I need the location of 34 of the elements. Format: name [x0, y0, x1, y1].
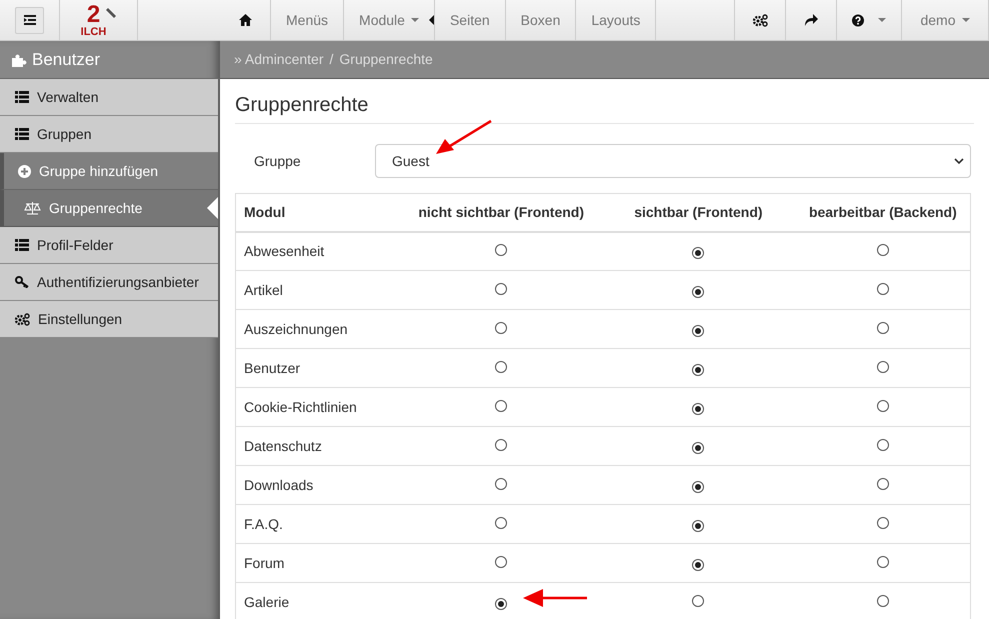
sidebar-item[interactable]: Profil-Felder	[0, 227, 218, 264]
dropdown-menu-button[interactable]: Module	[344, 0, 435, 40]
breadcrumb-separator: /	[330, 50, 334, 69]
column-header: sichtbar (Frontend)	[601, 194, 796, 232]
field-label: Gruppe	[254, 152, 302, 171]
sidebar-item[interactable]: Verwalten	[0, 79, 218, 116]
group-select[interactable]: Guest	[375, 144, 971, 178]
sidebar-item[interactable]: Authentifizierungsanbieter	[0, 264, 218, 301]
breadcrumb-link[interactable]: Gruppenrechte	[339, 49, 433, 70]
column-header: bearbeitbar (Backend)	[796, 194, 970, 232]
nav-link[interactable]: Seiten	[434, 0, 506, 40]
nav-link[interactable]: Boxen	[506, 0, 576, 40]
sidebar-item[interactable]: Gruppe hinzufügen	[0, 153, 218, 190]
table-cell: Galerie	[236, 582, 402, 619]
table-cell: Abwesenheit	[236, 232, 402, 270]
sidebar-item[interactable]: Gruppenrechte	[0, 190, 218, 227]
column-header: Modul	[236, 194, 402, 232]
table-cell: Datenschutz	[236, 426, 402, 466]
nav-link[interactable]: Menüs	[271, 0, 344, 40]
table-cell: Auszeichnungen	[236, 310, 402, 348]
table-cell: F.A.Q.	[236, 504, 402, 544]
table-cell: Downloads	[236, 466, 402, 504]
logo[interactable]: 2 ILCH	[80, 0, 116, 40]
page-title: Gruppenrechte	[235, 93, 974, 124]
sidebar-item[interactable]: Gruppen	[0, 116, 218, 153]
table-cell: Cookie-Richtlinien	[236, 388, 402, 426]
column-header: nicht sichtbar (Frontend)	[401, 194, 602, 232]
table-cell: Forum	[236, 544, 402, 582]
table-cell: Benutzer	[236, 348, 402, 388]
table-cell: Artikel	[236, 270, 402, 310]
nav-link[interactable]: Layouts	[576, 0, 656, 40]
sidebar-item[interactable]: Einstellungen	[0, 301, 218, 338]
breadcrumb-link[interactable]: » Admincenter	[234, 49, 324, 70]
dropdown-menu-button[interactable]: demo	[902, 0, 989, 40]
